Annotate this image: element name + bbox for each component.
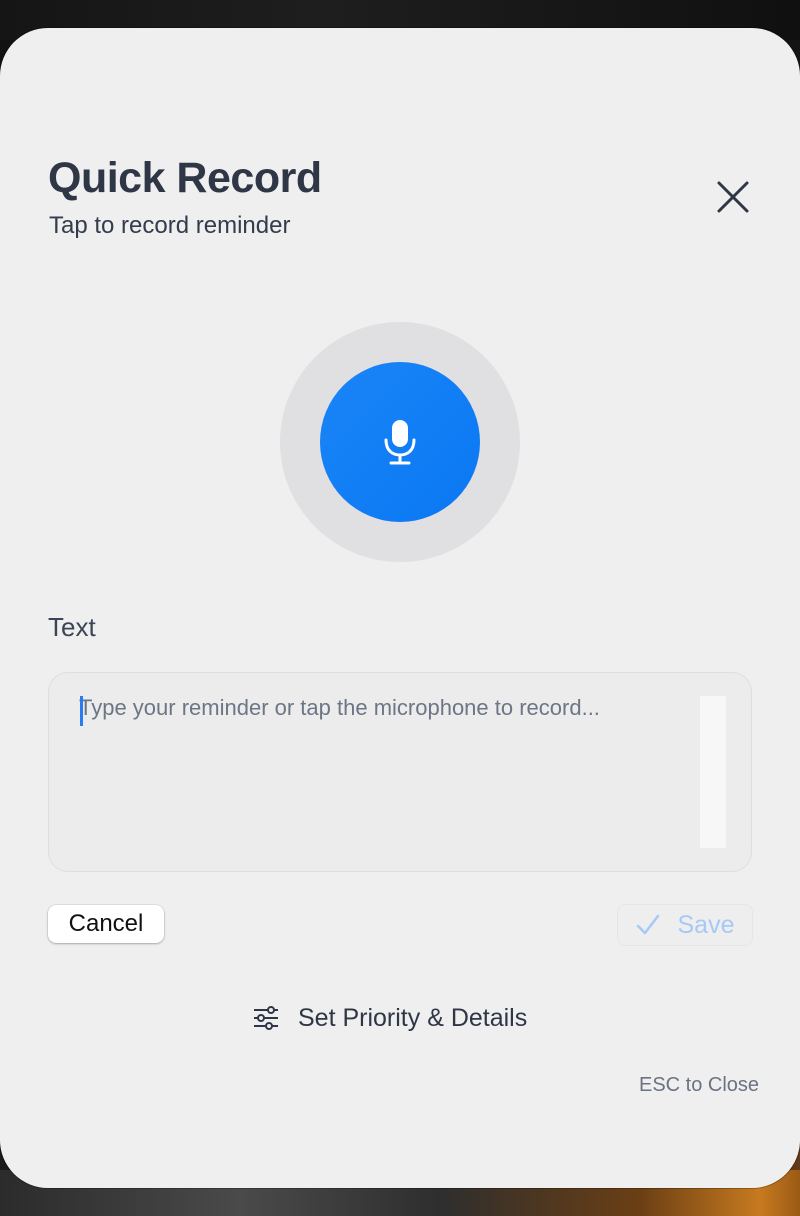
close-icon xyxy=(717,181,749,213)
record-button[interactable] xyxy=(320,362,480,522)
save-button[interactable]: Save xyxy=(617,904,753,946)
text-caret xyxy=(80,696,83,726)
dialog-subtitle: Tap to record reminder xyxy=(49,212,291,239)
checkmark-icon xyxy=(636,914,659,935)
cancel-button[interactable]: Cancel xyxy=(48,905,164,943)
text-field-label: Text xyxy=(48,612,96,642)
set-priority-details-label: Set Priority & Details xyxy=(298,1003,528,1032)
esc-hint: ESC to Close xyxy=(639,1074,760,1096)
dialog-title: Quick Record xyxy=(48,154,322,202)
reminder-text-input[interactable] xyxy=(79,693,699,843)
microphone-icon xyxy=(384,420,416,465)
save-button-label: Save xyxy=(677,910,735,939)
sliders-icon xyxy=(254,1006,278,1030)
close-button[interactable] xyxy=(708,172,758,222)
reminder-text-box xyxy=(48,672,752,872)
cancel-button-label: Cancel xyxy=(68,910,144,937)
set-priority-details-button[interactable]: Set Priority & Details xyxy=(252,1000,527,1036)
quick-record-dialog: Quick Record Tap to record reminder Text… xyxy=(0,28,800,1188)
text-scrollbar[interactable] xyxy=(700,696,726,848)
